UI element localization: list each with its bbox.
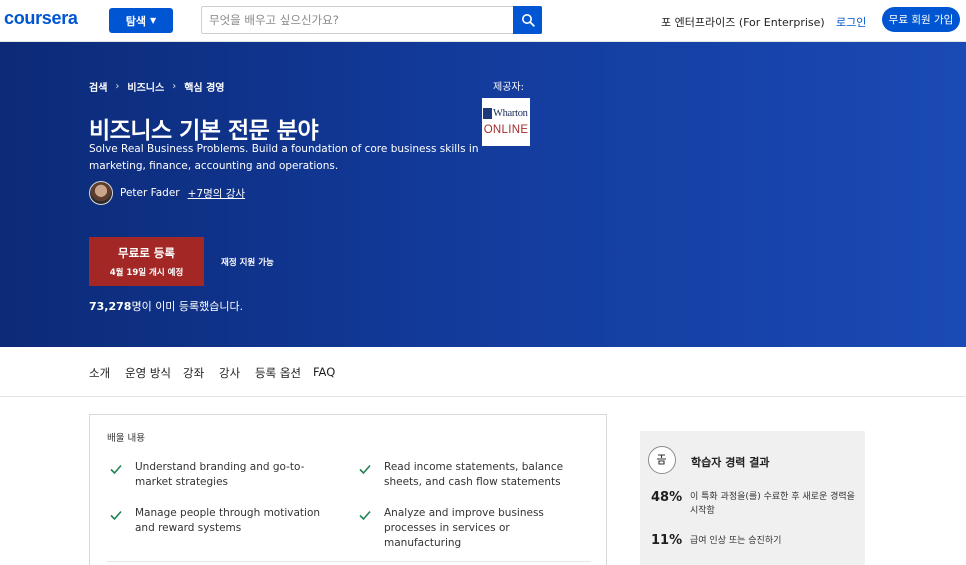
what-you-will-learn-box: 배울 내용 Understand branding and go-to-mark… (89, 414, 607, 565)
chevron-down-icon: ▼ (150, 16, 157, 25)
tab-courses[interactable]: 강좌 (183, 365, 204, 381)
search-icon (521, 14, 535, 27)
breadcrumb: 검색 › 비즈니스 › 핵심 경영 (89, 79, 225, 94)
learn-item: Manage people through motivation and rew… (135, 507, 321, 534)
chevron-right-icon: › (172, 81, 177, 92)
wharton-crest-icon (483, 107, 492, 119)
explore-button[interactable]: 탐색 ▼ (109, 8, 173, 33)
enrolled-count-text: 73,278명이 이미 등록했습니다. (89, 298, 243, 314)
tab-instructors[interactable]: 강사 (219, 365, 240, 381)
more-instructors-link[interactable]: +7명의 강사 (188, 186, 245, 201)
search-button[interactable] (513, 6, 542, 34)
career-outcomes-panel: 학습자 경력 결과 48% 이 특화 과정을(를) 수료한 후 새로운 경력을 … (640, 431, 865, 565)
learn-item: Analyze and improve business processes i… (384, 507, 544, 549)
provider-logo-text-top: Wharton (493, 107, 528, 119)
enrolled-count: 73,278 (89, 300, 132, 313)
for-enterprise-link[interactable]: 포 엔터프라이즈 (For Enterprise) (661, 14, 825, 30)
chevron-right-icon: › (115, 81, 120, 92)
outcome-stat-value: 48% (651, 490, 683, 505)
check-icon (110, 464, 122, 475)
coursera-logo[interactable]: coursera (4, 8, 78, 29)
page-title: 비즈니스 기본 전문 분야 (89, 118, 319, 144)
learn-title: 배울 내용 (107, 433, 145, 444)
enroll-button-label: 무료로 등록 (118, 246, 175, 260)
login-link[interactable]: 로그인 (836, 14, 866, 30)
signup-button[interactable]: 무료 회원 가입 (882, 7, 960, 32)
section-tabs: 소개 운영 방식 강좌 강사 등록 옵션 FAQ (0, 347, 966, 397)
tab-about[interactable]: 소개 (89, 365, 110, 381)
enroll-free-button[interactable]: 무료로 등록 4월 19일 개시 예정 (89, 237, 204, 286)
search-input[interactable] (202, 7, 514, 33)
provider-label: 제공자: (493, 82, 524, 93)
instructor-avatar[interactable] (89, 181, 113, 205)
divider (107, 561, 591, 562)
explore-label: 탐색 (125, 14, 147, 28)
learn-item: Understand branding and go-to-market str… (135, 461, 305, 488)
enroll-start-date: 4월 19일 개시 예정 (109, 268, 184, 278)
check-icon (110, 510, 122, 521)
breadcrumb-item-search[interactable]: 검색 (89, 79, 107, 94)
top-navigation-bar: coursera 탐색 ▼ 포 엔터프라이즈 (For Enterprise) … (0, 0, 966, 42)
instructor-row: Peter Fader +7명의 강사 (89, 181, 245, 205)
hero-banner: 검색 › 비즈니스 › 핵심 경영 비즈니스 기본 전문 분야 Solve Re… (0, 42, 966, 347)
wharton-online-logo[interactable]: Wharton ONLINE (482, 98, 530, 146)
career-outcome-icon (648, 446, 676, 474)
tab-how-it-works[interactable]: 운영 방식 (125, 365, 171, 381)
outcome-stat-label: 급여 인상 또는 승진하기 (690, 536, 782, 546)
outcome-stat-label: 이 특화 과정을(를) 수료한 후 새로운 경력을 시작함 (690, 492, 855, 516)
provider-logo-text-bottom: ONLINE (483, 124, 529, 136)
check-icon (359, 464, 371, 475)
breadcrumb-item-core-management[interactable]: 핵심 경영 (184, 79, 224, 94)
course-description: Solve Real Business Problems. Build a fo… (89, 143, 479, 172)
instructor-name[interactable]: Peter Fader (120, 187, 180, 199)
financial-aid-link[interactable]: 재정 지원 가능 (221, 256, 274, 268)
tab-enrollment-options[interactable]: 등록 옵션 (255, 365, 301, 381)
check-icon (359, 510, 371, 521)
enrolled-suffix: 명이 이미 등록했습니다. (131, 300, 244, 313)
outcomes-title: 학습자 경력 결과 (691, 456, 770, 469)
breadcrumb-item-business[interactable]: 비즈니스 (127, 79, 164, 94)
search-bar (201, 6, 542, 34)
learn-item: Read income statements, balance sheets, … (384, 461, 564, 488)
tab-faq[interactable]: FAQ (313, 365, 335, 379)
outcome-stat-value: 11% (651, 533, 683, 548)
